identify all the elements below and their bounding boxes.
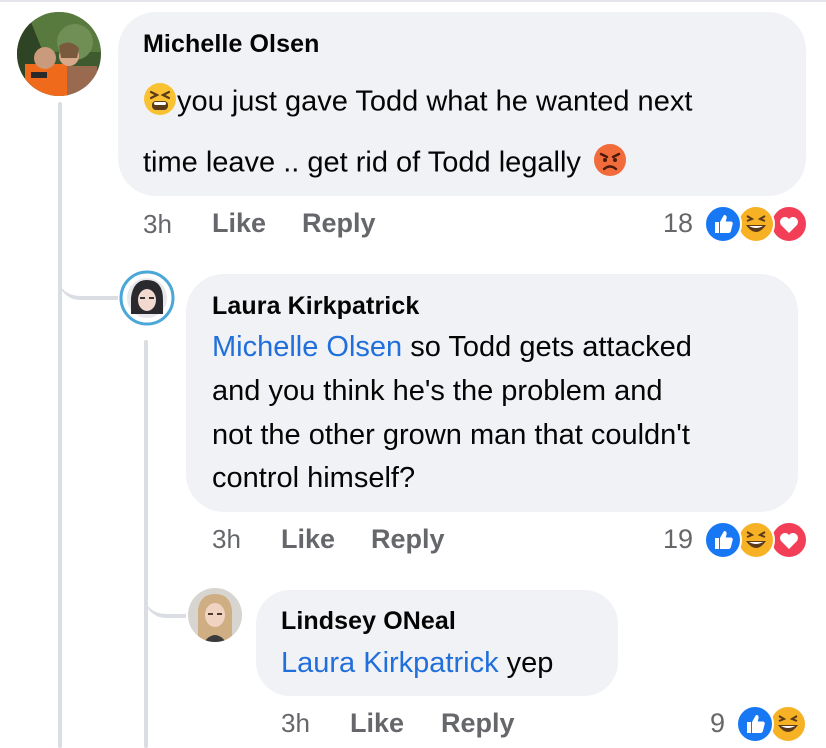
like-reaction-icon[interactable]	[736, 705, 774, 743]
like-button[interactable]: Like	[212, 208, 266, 239]
thread-line	[58, 102, 62, 748]
love-reaction-icon[interactable]	[770, 521, 808, 559]
haha-reaction-icon[interactable]	[769, 705, 807, 743]
reaction-count[interactable]: 19	[663, 524, 693, 555]
comment-text: so Todd gets attacked	[402, 331, 692, 363]
comment-author[interactable]: Laura Kirkpatrick	[212, 292, 419, 321]
reply-button[interactable]: Reply	[371, 524, 445, 555]
comment-author[interactable]: Lindsey ONeal	[281, 607, 456, 636]
comment-timestamp[interactable]: 3h	[212, 524, 241, 555]
like-reaction-icon[interactable]	[704, 205, 742, 243]
reply-button[interactable]: Reply	[302, 208, 376, 239]
comment-timestamp[interactable]: 3h	[143, 209, 172, 240]
like-button[interactable]: Like	[350, 708, 404, 739]
mention-link[interactable]: Laura Kirkpatrick	[281, 647, 499, 679]
comment-text-line: you just gave Todd what he wanted next	[143, 82, 692, 124]
comment-text-line: control himself?	[212, 462, 416, 494]
angry-face-emoji	[593, 143, 627, 185]
thread-connector	[58, 250, 118, 300]
comment-author[interactable]: Michelle Olsen	[143, 30, 319, 59]
reaction-count[interactable]: 18	[663, 208, 693, 239]
like-button[interactable]: Like	[281, 524, 335, 555]
comment-thread: Michelle Olsen you just gave Todd what h…	[0, 0, 826, 748]
comment-timestamp[interactable]: 3h	[281, 708, 310, 739]
thread-line	[144, 340, 148, 748]
avatar[interactable]	[119, 270, 175, 326]
comment-text-line: not the other grown man that couldn't	[212, 419, 690, 451]
thread-connector	[144, 570, 186, 618]
divider	[0, 0, 826, 2]
haha-reaction-icon[interactable]	[737, 205, 775, 243]
comment-text: you just gave Todd what he wanted next	[177, 85, 693, 118]
comment-text-line: time leave .. get rid of Todd legally	[143, 143, 627, 185]
comment-text-line: Laura Kirkpatrick yep	[281, 647, 553, 680]
haha-reaction-icon[interactable]	[737, 521, 775, 559]
reply-button[interactable]: Reply	[441, 708, 515, 739]
avatar[interactable]	[17, 12, 101, 96]
love-reaction-icon[interactable]	[770, 205, 808, 243]
comment-bubble	[256, 590, 618, 696]
comment-text-line: and you think he's the problem and	[212, 375, 663, 407]
comment-text: yep	[498, 647, 554, 679]
comment-text: time leave .. get rid of Todd legally	[143, 146, 581, 179]
like-reaction-icon[interactable]	[704, 521, 742, 559]
mention-link[interactable]: Michelle Olsen	[212, 331, 402, 363]
avatar[interactable]	[188, 588, 242, 642]
tired-face-emoji	[143, 82, 177, 124]
comment-text-line: Michelle Olsen so Todd gets attacked	[212, 331, 692, 364]
reaction-count[interactable]: 9	[710, 708, 725, 739]
